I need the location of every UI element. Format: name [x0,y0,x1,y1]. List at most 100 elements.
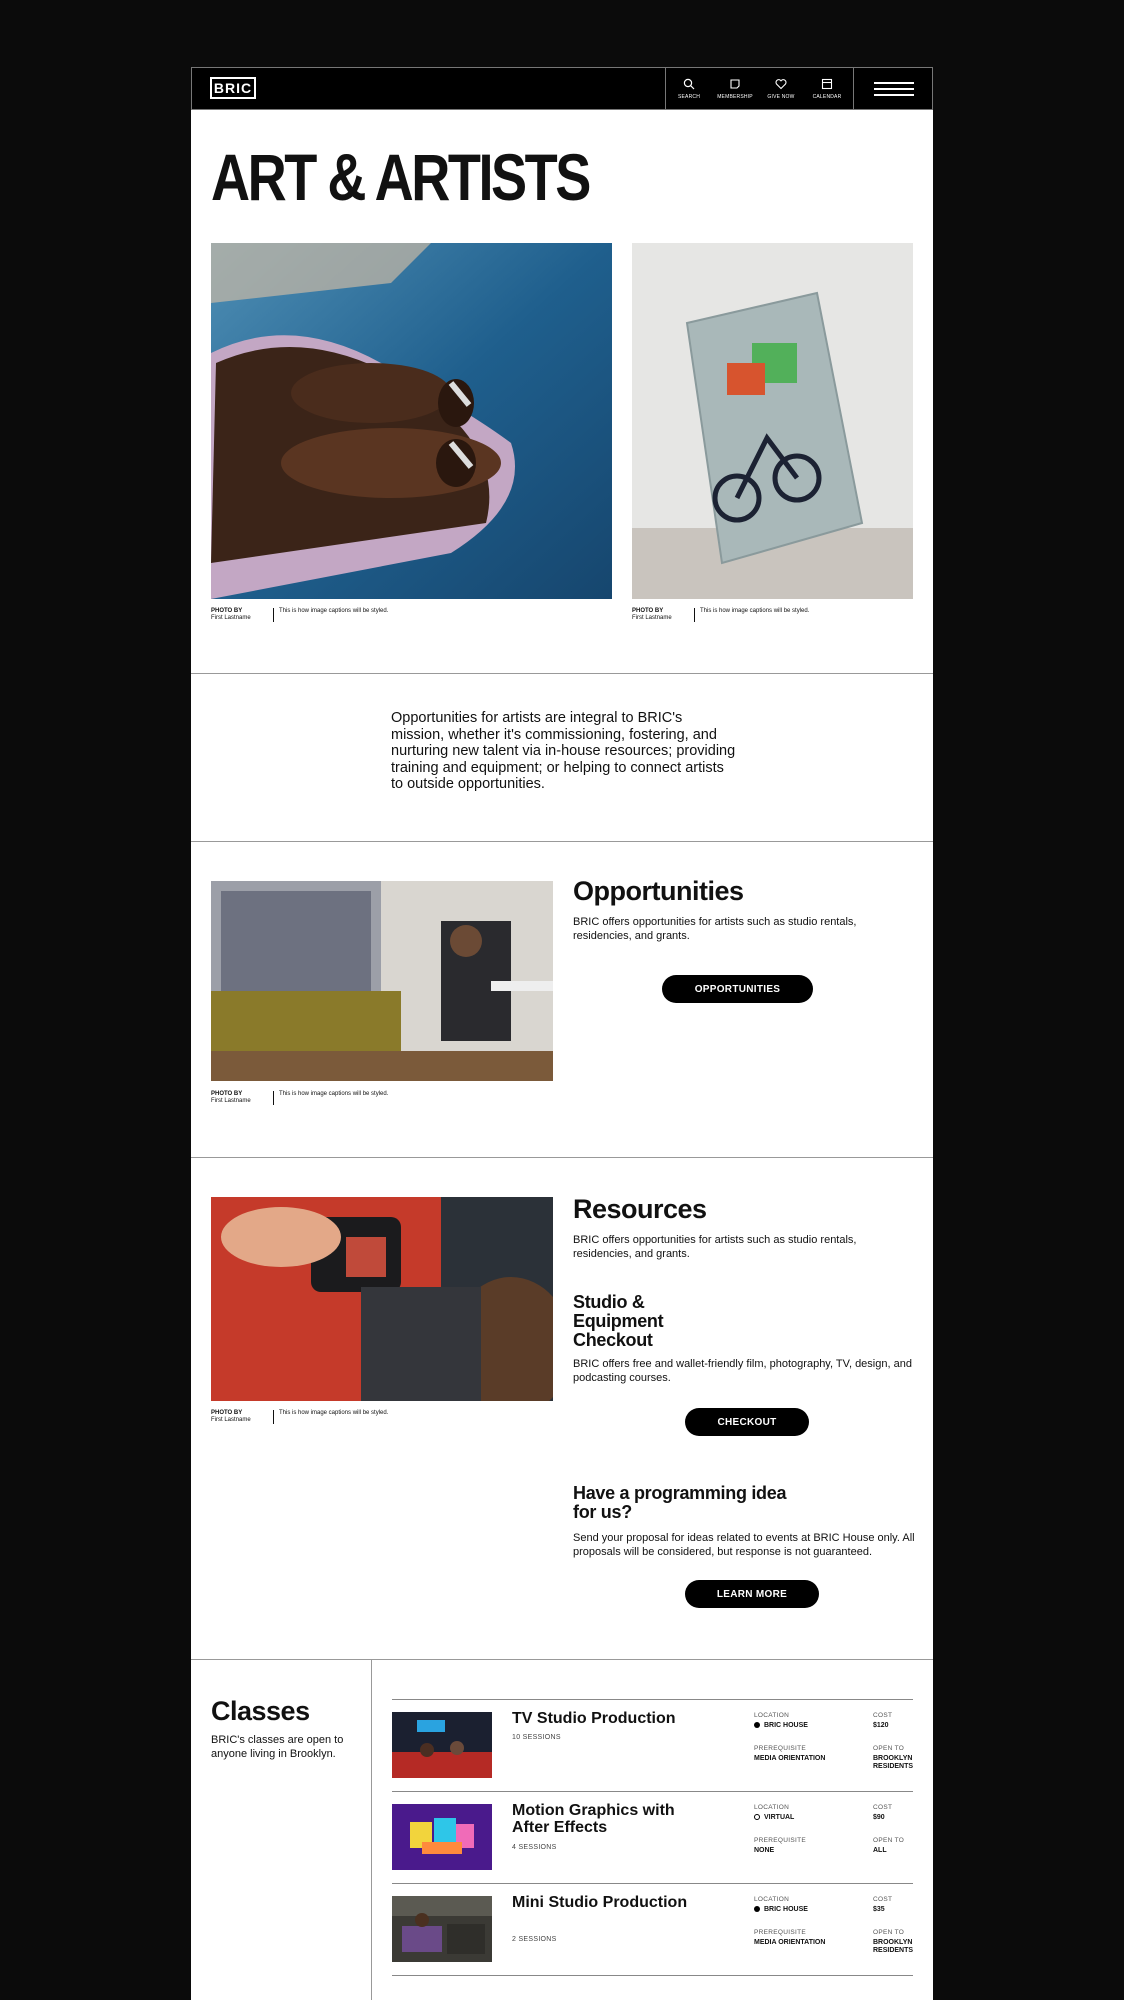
site-header: BRIC SEARCH MEMBERSHIP GIVE NOW CALENDAR [191,67,933,110]
class-prerequisite: NONE [754,1847,775,1854]
opportunities-button[interactable]: OPPORTUNITIES [662,975,813,1003]
checkout-button[interactable]: CHECKOUT [685,1408,809,1436]
section-divider [191,673,933,674]
photographer-name: First Lastname [211,615,251,621]
photo-by-label: PHOTO BY [211,608,243,614]
search-icon [683,78,695,89]
class-location: BRIC HOUSE [754,1906,808,1914]
photo-by-label: PHOTO BY [211,1091,243,1097]
photo-by-label: PHOTO BY [211,1410,243,1416]
location-label: LOCATION [754,1804,790,1811]
location-label: LOCATION [754,1896,790,1903]
nav-calendar-label: CALENDAR [812,93,842,100]
photographer-name: First Lastname [211,1098,251,1104]
section-divider [191,841,933,842]
opportunities-body: BRIC offers opportunities for artists su… [573,916,857,942]
photographer-name: First Lastname [632,615,672,621]
open-to-label: OPEN TO [873,1745,905,1752]
open-to-label: OPEN TO [873,1929,905,1936]
class-row-motion-graphics[interactable]: Motion Graphics with After Effects 4 SES… [392,1791,913,1884]
programming-idea-heading: Have a programming idea for us? [573,1483,787,1522]
membership-icon [730,78,740,89]
class-cost: $120 [873,1722,889,1729]
opportunities-heading: Opportunities [573,876,744,906]
top-nav: SEARCH MEMBERSHIP GIVE NOW CALENDAR [665,68,850,109]
class-name[interactable]: Mini Studio Production [512,1894,712,1911]
classes-column-divider [371,1660,372,2000]
cost-label: COST [873,1712,893,1719]
class-row-tv-studio[interactable]: TV Studio Production 10 SESSIONS LOCATIO… [392,1699,913,1792]
nav-calendar[interactable]: CALENDAR [804,68,850,109]
opportunities-photo [211,881,553,1081]
class-location-value: BRIC HOUSE [764,1906,808,1913]
class-location-value: BRIC HOUSE [764,1722,808,1729]
cost-label: COST [873,1896,893,1903]
class-row-mini-studio[interactable]: Mini Studio Production 2 SESSIONS LOCATI… [392,1883,913,1976]
prerequisite-label: PREREQUISITE [754,1929,806,1936]
class-sessions: 10 SESSIONS [512,1734,561,1741]
cost-label: COST [873,1804,893,1811]
class-thumbnail [392,1712,492,1778]
caption-text: This is how image captions will be style… [279,1091,389,1097]
class-open-to: BROOKLYN RESIDENTS [873,1939,914,1954]
class-name[interactable]: TV Studio Production [512,1710,712,1727]
image-caption: PHOTO BY First Lastname This is how image… [211,1091,388,1105]
image-caption: PHOTO BY First Lastname This is how image… [211,1410,388,1424]
prerequisite-label: PREREQUISITE [754,1837,806,1844]
prerequisite-label: PREREQUISITE [754,1745,806,1752]
section-divider [191,1157,933,1158]
programming-idea-body: Send your proposal for ideas related to … [573,1532,915,1558]
learn-more-button[interactable]: LEARN MORE [685,1580,819,1608]
caption-text: This is how image captions will be style… [279,1410,389,1416]
menu-button[interactable] [853,68,933,109]
class-cost: $35 [873,1906,885,1913]
calendar-icon [821,78,833,89]
class-location: VIRTUAL [754,1814,794,1822]
intro-text: Opportunities for artists are integral t… [391,710,736,792]
studio-checkout-heading: Studio & Equipment Checkout [573,1292,664,1350]
class-open-to: BROOKLYN RESIDENTS [873,1755,914,1770]
image-caption: PHOTO BY First Lastname This is how image… [632,608,809,622]
nav-membership[interactable]: MEMBERSHIP [712,68,758,109]
caption-text: This is how image captions will be style… [279,608,389,614]
studio-checkout-body: BRIC offers free and wallet-friendly fil… [573,1358,912,1384]
nav-membership-label: MEMBERSHIP [717,93,753,100]
class-prerequisite: MEDIA ORIENTATION [754,1755,826,1762]
class-sessions: 2 SESSIONS [512,1936,557,1943]
resources-heading: Resources [573,1194,707,1224]
image-caption: PHOTO BY First Lastname This is how image… [211,608,388,622]
class-thumbnail [392,1896,492,1962]
class-location: BRIC HOUSE [754,1722,808,1730]
bric-logo[interactable]: BRIC [210,77,256,99]
class-name[interactable]: Motion Graphics with After Effects [512,1802,712,1836]
classes-heading: Classes [211,1696,310,1726]
caption-text: This is how image captions will be style… [700,608,810,614]
class-sessions: 4 SESSIONS [512,1844,557,1851]
photographer-name: First Lastname [211,1417,251,1423]
photo-by-label: PHOTO BY [632,608,664,614]
nav-search-label: SEARCH [677,93,701,100]
location-label: LOCATION [754,1712,790,1719]
heart-icon [775,78,787,89]
hamburger-menu-icon [873,78,914,100]
nav-give-now-label: GIVE NOW [767,93,795,100]
nav-search[interactable]: SEARCH [666,68,712,109]
in-person-dot-icon [754,1722,760,1728]
class-thumbnail [392,1804,492,1870]
page-title: ART & ARTISTS [211,140,591,214]
class-location-value: VIRTUAL [764,1814,795,1821]
hero-photo-pool [211,243,612,599]
open-to-label: OPEN TO [873,1837,905,1844]
class-prerequisite: MEDIA ORIENTATION [754,1939,826,1946]
classes-body: BRIC's classes are open to anyone living… [211,1734,344,1760]
section-divider [191,1659,933,1660]
resources-photo [211,1197,553,1401]
nav-give-now[interactable]: GIVE NOW [758,68,804,109]
hero-photo-mattress [632,243,913,599]
class-list-end-divider [392,1975,913,1976]
class-open-to: ALL [873,1847,887,1854]
class-cost: $90 [873,1814,885,1821]
virtual-dot-icon [754,1814,760,1820]
in-person-dot-icon [754,1906,760,1912]
page: BRIC SEARCH MEMBERSHIP GIVE NOW CALENDAR… [191,67,933,2000]
